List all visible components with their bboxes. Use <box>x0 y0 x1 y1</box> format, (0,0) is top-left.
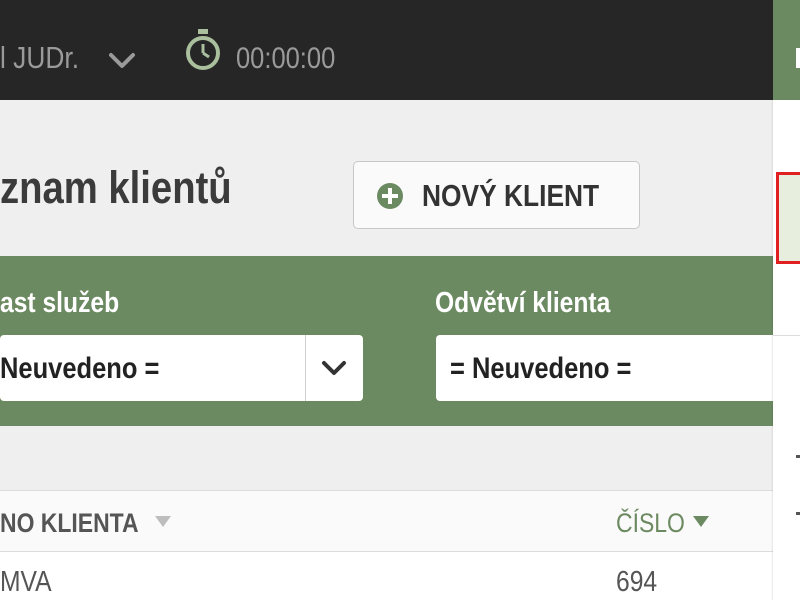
top-bar: l JUDr. 00:00:00 <box>0 0 773 100</box>
client-industry-value: = Neuvedeno = <box>450 352 632 385</box>
client-industry-select[interactable]: = Neuvedeno = <box>436 335 773 401</box>
side-panel-header-mark <box>796 48 800 68</box>
column-header-client-name[interactable]: NO KLIENTA <box>0 508 139 539</box>
side-panel-header <box>773 0 800 100</box>
new-client-label: NOVÝ KLIENT <box>422 178 600 213</box>
client-industry-label: Odvětví klienta <box>435 287 611 319</box>
side-panel-highlighted-item[interactable] <box>776 172 800 264</box>
stopwatch-icon[interactable] <box>183 28 223 72</box>
service-area-value: Neuvedeno = <box>0 352 160 385</box>
client-number-cell: 694 <box>616 566 658 598</box>
service-area-select[interactable]: Neuvedeno = <box>0 335 363 401</box>
sort-down-icon[interactable] <box>155 516 171 527</box>
table-header: NO KLIENTA ČÍSLO <box>0 490 773 552</box>
column-header-number[interactable]: ČÍSLO <box>616 508 685 539</box>
service-area-label: ast služeb <box>0 287 120 319</box>
new-client-button[interactable]: NOVÝ KLIENT <box>353 161 640 229</box>
side-panel-divider <box>773 335 800 336</box>
side-panel <box>773 0 800 600</box>
select-divider <box>305 335 306 401</box>
chevron-down-icon[interactable] <box>320 359 348 379</box>
plus-circle-icon <box>377 183 403 209</box>
timer-value: 00:00:00 <box>236 42 336 75</box>
user-name[interactable]: l JUDr. <box>0 40 79 76</box>
chevron-down-icon[interactable] <box>107 50 137 72</box>
side-panel-text-fragment <box>796 455 800 458</box>
side-panel-text-fragment <box>796 512 800 515</box>
page-title: znam klientů <box>0 162 232 213</box>
table-row[interactable]: MVA 694 <box>0 552 773 600</box>
client-name-cell: MVA <box>0 566 52 598</box>
sort-down-icon[interactable] <box>693 516 709 527</box>
